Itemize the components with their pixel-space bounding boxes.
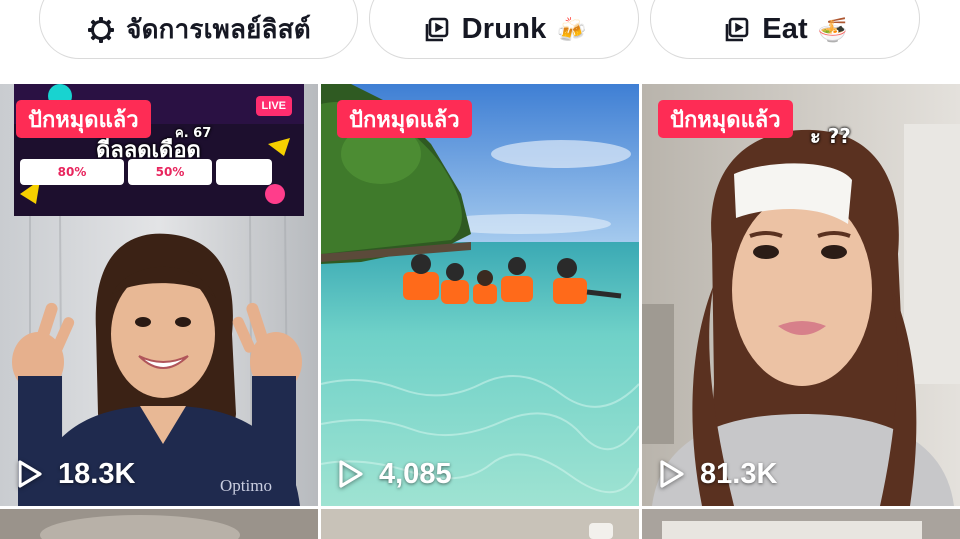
video-tile[interactable] <box>0 509 318 539</box>
shirt-logo-text: Optimo <box>220 476 272 495</box>
promo-tag-80: 80% <box>20 159 124 185</box>
noodle-emoji-icon: 🍜 <box>817 15 848 44</box>
video-tile[interactable]: ะ ?? ปักหมุดแล้ว 81.3K <box>642 84 960 506</box>
view-count: 4,085 <box>337 454 452 494</box>
playlist-icon <box>422 15 452 45</box>
view-count-value: 81.3K <box>700 457 778 490</box>
manage-playlists-label: จัดการเพลย์ลิสต์ <box>126 15 311 45</box>
manage-playlists-button[interactable]: จัดการเพลย์ลิสต์ <box>39 0 358 59</box>
video-caption-text: ะ ?? <box>810 124 851 148</box>
gear-icon <box>86 15 116 45</box>
video-tile[interactable] <box>642 509 960 539</box>
video-grid: ค. 67 ดีลลดเดือด LIVE 80% 50% Optimo ปัก… <box>0 84 960 539</box>
video-thumbnail <box>321 84 639 506</box>
playlist-label-eat: Eat <box>762 13 808 45</box>
pinned-badge: ปักหมุดแล้ว <box>337 100 472 138</box>
video-tile[interactable] <box>321 509 639 539</box>
live-badge: LIVE <box>255 96 292 116</box>
pinned-badge: ปักหมุดแล้ว <box>658 100 793 138</box>
play-icon <box>660 460 684 488</box>
play-icon <box>339 460 363 488</box>
beer-emoji-icon: 🍻 <box>556 15 587 44</box>
promo-tag-50-text: 50% <box>155 165 185 179</box>
view-count-value: 18.3K <box>58 457 136 490</box>
video-thumbnail <box>642 84 960 506</box>
view-count: 18.3K <box>16 454 135 494</box>
playlist-label-drunk: Drunk <box>461 13 547 45</box>
promo-tag-3 <box>216 159 272 185</box>
view-count-value: 4,085 <box>379 457 452 490</box>
play-icon <box>18 460 42 488</box>
playlist-chip-eat[interactable]: Eat 🍜 <box>650 0 920 59</box>
playlist-chip-drunk[interactable]: Drunk 🍻 <box>369 0 639 59</box>
pinned-badge: ปักหมุดแล้ว <box>16 100 151 138</box>
playlist-bar: จัดการเพลย์ลิสต์ Drunk 🍻 Eat 🍜 <box>0 0 960 84</box>
promo-tag-80-text: 80% <box>57 165 87 179</box>
view-count: 81.3K <box>658 454 777 494</box>
video-tile[interactable]: ปักหมุดแล้ว 4,085 <box>321 84 639 506</box>
promo-tag-50: 50% <box>128 159 212 185</box>
playlist-icon <box>722 15 752 45</box>
video-tile[interactable]: ค. 67 ดีลลดเดือด LIVE 80% 50% Optimo ปัก… <box>0 84 318 506</box>
